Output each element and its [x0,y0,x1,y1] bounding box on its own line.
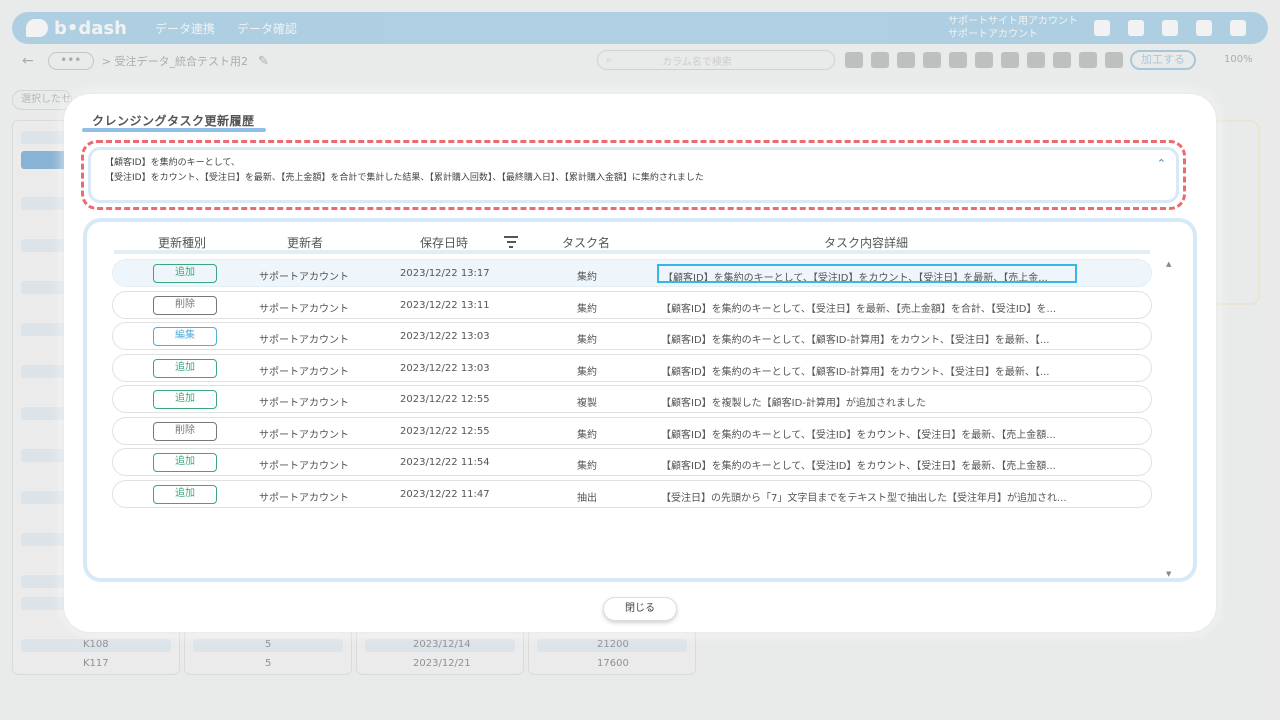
row-task: 集約 [577,303,597,315]
row-date: 2023/12/22 13:03 [400,331,490,342]
summary-line-2: 【受注ID】をカウント、【受注日】を最新、【売上金額】を合計で集計した結果、【累… [105,173,704,183]
task-history-modal: クレンジングタスク更新履歴 【顧客ID】を集約のキーとして、 【受注ID】をカウ… [64,94,1216,632]
summary-highlight: 【顧客ID】を集約のキーとして、 【受注ID】をカウント、【受注日】を最新、【売… [81,140,1186,210]
table-row[interactable]: 削除 サポートアカウント 2023/12/22 13:11 集約 【顧客ID】を… [112,290,1152,319]
row-detail[interactable]: 【顧客ID】を集約のキーとして、【受注ID】をカウント、【受注日】を最新、【売上… [661,457,1081,472]
row-detail[interactable]: 【顧客ID】を集約のキーとして、【顧客ID-計算用】をカウント、【受注日】を最新… [661,331,1081,346]
close-button[interactable]: 閉じる [603,597,677,621]
row-date: 2023/12/22 13:03 [400,362,490,374]
title-underline [82,128,266,132]
type-badge: 追加 [153,453,217,472]
row-detail[interactable]: 【顧客ID】を集約のキーとして、【受注ID】をカウント、【受注日】を最新、【売上… [657,264,1077,283]
type-badge: 編集 [153,327,217,346]
sort-filter-icon[interactable] [504,236,518,248]
row-task: 抽出 [577,492,597,504]
row-task: 集約 [577,366,597,378]
table-row[interactable]: 追加 サポートアカウント 2023/12/22 12:55 複製 【顧客ID】を… [112,385,1152,413]
history-table: 更新種別 更新者 保存日時 タスク名 タスク内容詳細 追加 サポートアカウント … [83,218,1197,582]
row-task: 集約 [577,335,597,346]
row-user: サポートアカウント [259,429,349,441]
type-badge: 追加 [153,358,217,378]
row-detail[interactable]: 【顧客ID】を集約のキーとして、【顧客ID-計算用】をカウント、【受注日】を最新… [661,363,1081,378]
scroll-up-icon[interactable]: ▲ [1166,260,1171,268]
row-detail[interactable]: 【顧客ID】を集約のキーとして、【受注ID】をカウント、【受注日】を最新、【売上… [661,426,1081,441]
table-row[interactable]: 追加 サポートアカウント 2023/12/22 13:17 集約 【顧客ID】を… [112,259,1152,287]
row-task: 集約 [577,429,597,441]
table-row[interactable]: 編集 サポートアカウント 2023/12/22 13:03 集約 【顧客ID】を… [112,322,1152,350]
type-badge: 削除 [153,421,217,441]
row-user: サポートアカウント [259,272,349,283]
row-date: 2023/12/22 11:47 [400,488,490,500]
scroll-down-icon[interactable]: ▼ [1166,570,1171,578]
type-badge: 追加 [153,264,217,283]
row-date: 2023/12/22 11:54 [400,457,490,468]
row-date: 2023/12/22 13:11 [400,299,490,311]
header-type: 更新種別 [158,236,207,250]
summary-line-1: 【顧客ID】を集約のキーとして、 [105,158,240,168]
header-detail: タスク内容詳細 [824,236,909,250]
row-detail[interactable]: 【受注日】の先頭から「7」文字目までをテキスト型で抽出した【受注年月】が追加され… [661,489,1081,504]
header-user: 更新者 [287,236,324,250]
type-badge: 追加 [153,484,217,504]
row-user: サポートアカウント [259,366,349,378]
row-user: サポートアカウント [259,461,349,472]
row-detail[interactable]: 【顧客ID】を複製した【顧客ID-計算用】が追加されました [661,394,1081,409]
row-task: 集約 [577,272,597,283]
row-user: サポートアカウント [259,303,349,315]
type-badge: 追加 [153,390,217,409]
header-task: タスク名 [562,236,611,250]
row-task: 複製 [577,398,597,409]
table-row[interactable]: 追加 サポートアカウント 2023/12/22 11:54 集約 【顧客ID】を… [112,448,1152,476]
task-summary-box: 【顧客ID】を集約のキーとして、 【受注ID】をカウント、【受注日】を最新、【売… [88,147,1179,203]
collapse-chevron-icon[interactable]: ⌃ [1157,156,1166,171]
row-date: 2023/12/22 12:55 [400,394,490,405]
row-date: 2023/12/22 12:55 [400,425,490,437]
row-task: 集約 [577,461,597,472]
row-user: サポートアカウント [259,335,349,346]
table-row[interactable]: 追加 サポートアカウント 2023/12/22 11:47 抽出 【受注日】の先… [112,479,1152,508]
table-row[interactable]: 削除 サポートアカウント 2023/12/22 12:55 集約 【顧客ID】を… [112,416,1152,445]
table-row[interactable]: 追加 サポートアカウント 2023/12/22 13:03 集約 【顧客ID】を… [112,353,1152,382]
row-user: サポートアカウント [259,492,349,504]
row-date: 2023/12/22 13:17 [400,268,490,279]
table-header: 更新種別 更新者 保存日時 タスク名 タスク内容詳細 [114,228,1150,254]
modal-title: クレンジングタスク更新履歴 [92,114,255,128]
row-detail[interactable]: 【顧客ID】を集約のキーとして、【受注日】を最新、【売上金額】を合計、【受注ID… [661,300,1081,315]
table-scrollbar[interactable]: ▲ ▼ [1165,260,1175,578]
type-badge: 削除 [153,295,217,315]
row-user: サポートアカウント [259,398,349,409]
header-saved-at: 保存日時 [420,236,469,250]
